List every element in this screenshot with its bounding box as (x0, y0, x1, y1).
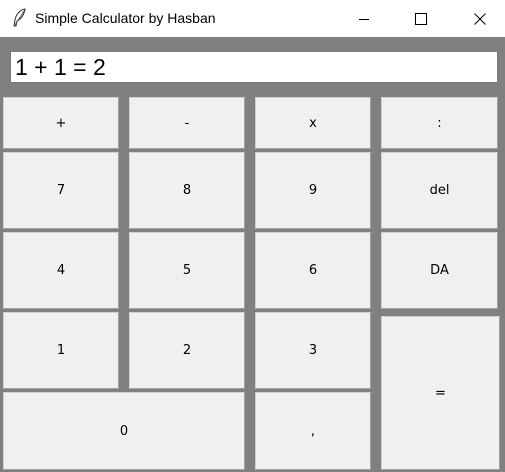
window-title: Simple Calculator by Hasban (35, 10, 216, 26)
equals-button[interactable]: = (381, 316, 500, 470)
title-bar[interactable]: Simple Calculator by Hasban (0, 0, 505, 37)
calculator-body: + - x : 7 8 9 del 4 5 6 DA 1 2 3 = 0 , (0, 37, 505, 472)
digit-4-button[interactable]: 4 (3, 232, 119, 309)
plus-button[interactable]: + (3, 97, 119, 149)
multiply-button[interactable]: x (255, 97, 371, 149)
minimize-button[interactable] (341, 0, 387, 37)
digit-0-button[interactable]: 0 (3, 392, 245, 470)
maximize-button[interactable] (398, 0, 444, 37)
minimize-icon (358, 13, 370, 25)
digit-3-button[interactable]: 3 (255, 312, 371, 389)
close-icon (474, 12, 486, 25)
feather-icon (10, 8, 28, 28)
calculator-window: Simple Calculator by Hasban + - x : 7 8 … (0, 0, 505, 472)
digit-2-button[interactable]: 2 (129, 312, 245, 389)
digit-7-button[interactable]: 7 (3, 152, 119, 229)
clear-all-button[interactable]: DA (381, 232, 498, 309)
digit-9-button[interactable]: 9 (255, 152, 371, 229)
divide-button[interactable]: : (381, 97, 498, 149)
digit-5-button[interactable]: 5 (129, 232, 245, 309)
display-field[interactable] (10, 51, 498, 83)
digit-1-button[interactable]: 1 (3, 312, 119, 389)
decimal-button[interactable]: , (255, 392, 371, 470)
digit-8-button[interactable]: 8 (129, 152, 245, 229)
maximize-icon (415, 12, 427, 25)
delete-button[interactable]: del (381, 152, 498, 229)
digit-6-button[interactable]: 6 (255, 232, 371, 309)
minus-button[interactable]: - (129, 97, 245, 149)
close-button[interactable] (457, 0, 503, 37)
